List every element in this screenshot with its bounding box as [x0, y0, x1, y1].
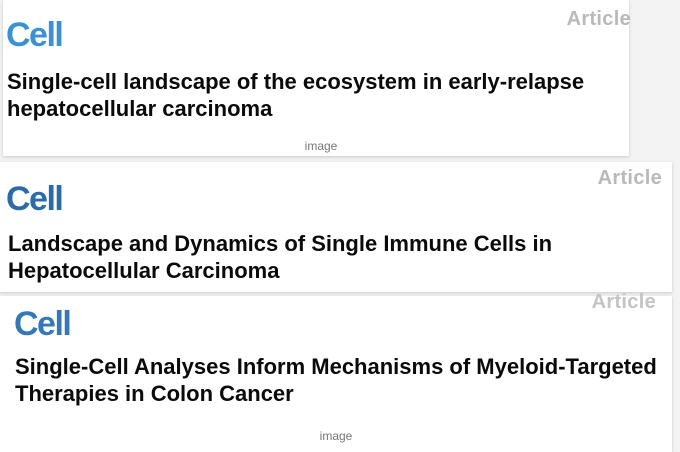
- journal-logo: Cell: [6, 180, 64, 218]
- paper-card[interactable]: Cell Article Single-Cell Analyses Inform…: [0, 292, 672, 452]
- image-caption: image: [304, 139, 338, 153]
- journal-logo: Cell: [6, 16, 64, 54]
- journal-logo: Cell: [14, 305, 72, 343]
- article-type-label: Article: [597, 167, 662, 189]
- paper-card[interactable]: Cell Article Landscape and Dynamics of S…: [0, 162, 672, 292]
- paper-title[interactable]: Landscape and Dynamics of Single Immune …: [8, 230, 668, 284]
- paper-card[interactable]: Cell Article Single-cell landscape of th…: [3, 0, 631, 156]
- article-type-label: Article: [591, 291, 656, 313]
- paper-title[interactable]: Single-Cell Analyses Inform Mechanisms o…: [15, 353, 665, 407]
- image-caption: image: [319, 429, 353, 443]
- article-type-label: Article: [566, 8, 631, 30]
- paper-title[interactable]: Single-cell landscape of the ecosystem i…: [7, 68, 617, 122]
